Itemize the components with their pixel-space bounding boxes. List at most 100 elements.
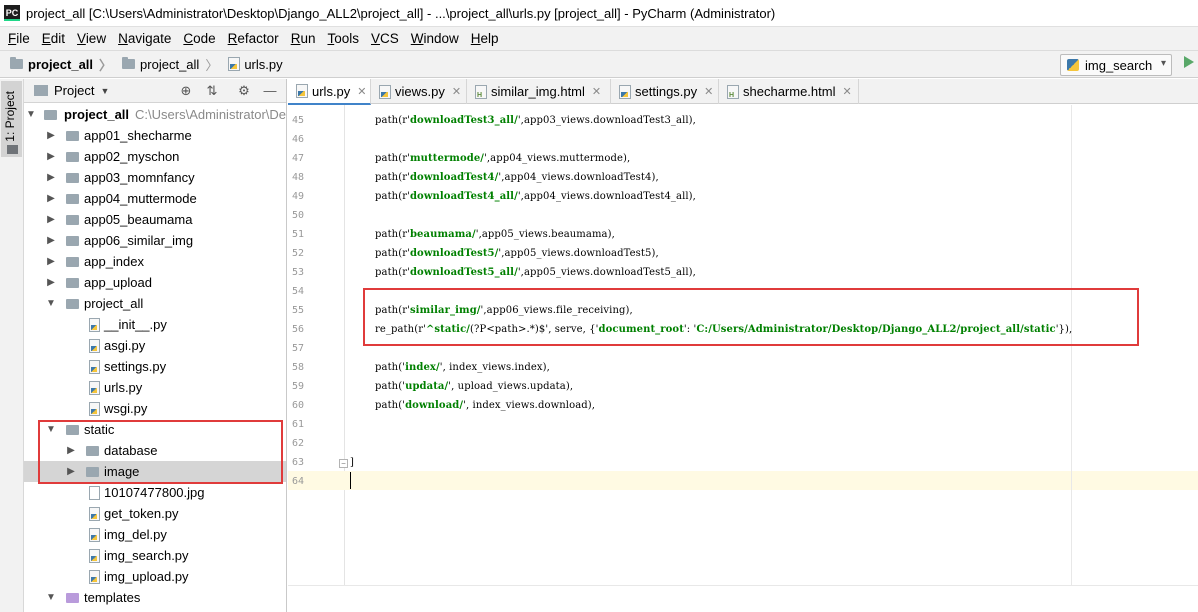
- tree-item-folder[interactable]: ▶ app01_shecharme: [24, 125, 286, 146]
- breadcrumb-folder[interactable]: project_all 〉: [112, 50, 218, 78]
- horizontal-scrollbar[interactable]: [288, 585, 1198, 612]
- code-line[interactable]: 45 path(r'downloadTest3_all/',app03_views…: [288, 111, 1198, 130]
- code-line[interactable]: 53 path(r'downloadTest5_all/',app05_views…: [288, 263, 1198, 282]
- code-line[interactable]: 60 path('download/', index_views.download…: [288, 396, 1198, 415]
- menu-tools[interactable]: Tools: [321, 27, 365, 50]
- tab-settings-py[interactable]: settings.py ✕: [611, 79, 719, 104]
- project-view-icon: [34, 85, 48, 96]
- code-line[interactable]: 48 path(r'downloadTest4/',app04_views.dow…: [288, 168, 1198, 187]
- close-icon[interactable]: ✕: [592, 85, 601, 98]
- locate-icon[interactable]: ⊕: [178, 83, 194, 99]
- collapsed-arrow-icon[interactable]: ▶: [46, 272, 56, 293]
- tree-item-file[interactable]: 10107477800.jpg: [24, 482, 286, 503]
- tree-item-label: img_search.py: [104, 548, 189, 563]
- menu-refactor[interactable]: Refactor: [222, 27, 285, 50]
- menu-edit[interactable]: Edit: [36, 27, 71, 50]
- code-line[interactable]: 52 path(r'downloadTest5/',app05_views.dow…: [288, 244, 1198, 263]
- tree-item-file[interactable]: get_token.py: [24, 503, 286, 524]
- python-file-icon: [89, 381, 100, 395]
- run-configuration-select[interactable]: img_search ▾: [1060, 54, 1172, 76]
- breadcrumb-root[interactable]: project_all 〉: [0, 50, 112, 78]
- collapsed-arrow-icon[interactable]: ▶: [46, 251, 56, 272]
- tree-item-label: app06_similar_img: [84, 233, 194, 248]
- code-line[interactable]: 58 path('index/', index_views.index),: [288, 358, 1198, 377]
- code-line[interactable]: 59 path('updata/', upload_views.updata),: [288, 377, 1198, 396]
- tree-item-file[interactable]: img_del.py: [24, 524, 286, 545]
- collapsed-arrow-icon[interactable]: ▶: [46, 125, 56, 146]
- collapsed-arrow-icon[interactable]: ▶: [46, 167, 56, 188]
- tree-item-file[interactable]: asgi.py: [24, 335, 286, 356]
- code-line[interactable]: 49 path(r'downloadTest4_all/',app04_views…: [288, 187, 1198, 206]
- tree-item-folder[interactable]: ▶ app04_muttermode: [24, 188, 286, 209]
- hide-icon[interactable]: —: [262, 83, 278, 99]
- tab-views-py[interactable]: views.py ✕: [371, 79, 467, 104]
- menu-vcs[interactable]: VCS: [365, 27, 405, 50]
- chevron-down-icon: ▾: [1160, 58, 1166, 69]
- gear-icon[interactable]: ⚙: [236, 83, 252, 99]
- close-icon[interactable]: ✕: [452, 85, 461, 98]
- tree-item-file[interactable]: settings.py: [24, 356, 286, 377]
- tab-label: views.py: [395, 84, 445, 99]
- tree-item-folder[interactable]: ▼ project_all: [24, 293, 286, 314]
- collapsed-arrow-icon[interactable]: ▶: [46, 188, 56, 209]
- caret-down-icon[interactable]: ▼: [100, 86, 109, 96]
- project-panel-header: Project ▼ ⊕ ⇅ ⚙ —: [24, 79, 286, 103]
- tree-item-file[interactable]: wsgi.py: [24, 398, 286, 419]
- title-bar: PC project_all [C:\Users\Administrator\D…: [0, 0, 1198, 27]
- expanded-arrow-icon[interactable]: ▼: [26, 104, 36, 125]
- menu-window[interactable]: Window: [405, 27, 465, 50]
- collapsed-arrow-icon[interactable]: ▶: [46, 146, 56, 167]
- menu-navigate[interactable]: Navigate: [112, 27, 177, 50]
- close-icon[interactable]: ✕: [704, 85, 713, 98]
- code-line[interactable]: 63]: [288, 453, 1198, 472]
- tree-item-folder[interactable]: ▶ app06_similar_img: [24, 230, 286, 251]
- close-icon[interactable]: ✕: [357, 85, 366, 98]
- left-tool-strip: 1: Project: [0, 79, 24, 612]
- code-line[interactable]: 51 path(r'beaumama/',app05_views.beaumama…: [288, 225, 1198, 244]
- collapse-all-icon[interactable]: ⇅: [204, 83, 220, 99]
- breadcrumb-file[interactable]: urls.py: [218, 50, 283, 78]
- menu-file[interactable]: File: [2, 27, 36, 50]
- menu-run[interactable]: Run: [285, 27, 322, 50]
- code-line[interactable]: 64: [288, 472, 1198, 491]
- collapsed-arrow-icon[interactable]: ▶: [46, 230, 56, 251]
- image-file-icon: [89, 486, 100, 500]
- tree-item-folder[interactable]: ▶ app_index: [24, 251, 286, 272]
- project-view-selector[interactable]: Project: [54, 83, 94, 98]
- string-literal: beaumama/: [409, 229, 476, 240]
- tab-similar-img-html[interactable]: similar_img.html ✕: [467, 79, 611, 104]
- menu-view[interactable]: View: [71, 27, 112, 50]
- collapsed-arrow-icon[interactable]: ▶: [46, 209, 56, 230]
- tree-item-label: settings.py: [104, 359, 167, 374]
- tab-urls-py[interactable]: urls.py ✕: [288, 79, 371, 105]
- code-line[interactable]: 61: [288, 415, 1198, 434]
- python-file-icon: [89, 339, 100, 353]
- expanded-arrow-icon[interactable]: ▼: [46, 293, 56, 314]
- python-file-icon: [619, 84, 631, 99]
- tree-item-folder[interactable]: ▶ app05_beaumama: [24, 209, 286, 230]
- tree-item-folder[interactable]: ▶ app02_myschon: [24, 146, 286, 167]
- tree-item-folder[interactable]: ▶ app_upload: [24, 272, 286, 293]
- code-line[interactable]: 62: [288, 434, 1198, 453]
- close-icon[interactable]: ✕: [842, 85, 851, 98]
- run-icon[interactable]: [1184, 56, 1194, 68]
- code-line[interactable]: 50: [288, 206, 1198, 225]
- code-line[interactable]: 46: [288, 130, 1198, 149]
- tree-item-folder[interactable]: ▼ templates: [24, 587, 286, 608]
- project-tool-window-button[interactable]: 1: Project: [1, 81, 22, 157]
- tree-item-file[interactable]: img_upload.py: [24, 566, 286, 587]
- tree-item-file[interactable]: img_search.py: [24, 545, 286, 566]
- tree-item-file[interactable]: urls.py: [24, 377, 286, 398]
- tree-item-file[interactable]: __init__.py: [24, 314, 286, 335]
- menu-help[interactable]: Help: [465, 27, 505, 50]
- tree-item-folder[interactable]: ▶ app03_momnfancy: [24, 167, 286, 188]
- tree-item-project-root[interactable]: ▼ project_all C:\Users\Administrator\De: [24, 104, 286, 125]
- expanded-arrow-icon[interactable]: ▼: [46, 587, 56, 608]
- tab-shecharme-html[interactable]: shecharme.html ✕: [719, 79, 859, 104]
- code-line[interactable]: 47 path(r'muttermode/',app04_views.mutter…: [288, 149, 1198, 168]
- fold-icon[interactable]: −: [339, 459, 348, 468]
- line-number: 61: [291, 419, 304, 430]
- menu-code[interactable]: Code: [177, 27, 221, 50]
- line-number: 58: [291, 362, 304, 373]
- code-text: path('download/', index_views.download),: [375, 396, 595, 415]
